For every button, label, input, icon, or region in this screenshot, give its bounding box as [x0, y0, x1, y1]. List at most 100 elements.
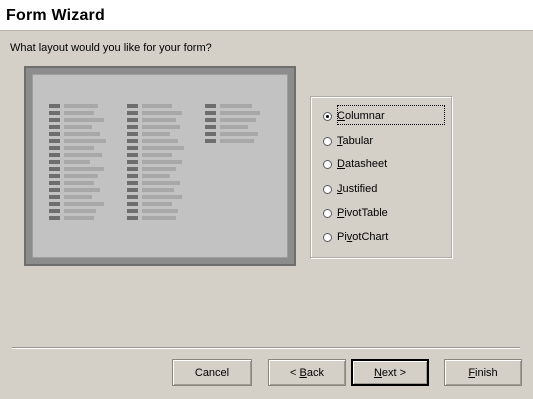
layout-preview-canvas [32, 74, 288, 258]
preview-field-box [142, 111, 182, 115]
preview-field-label [127, 188, 138, 192]
finish-button-label: Finish [468, 366, 498, 379]
cancel-button[interactable]: Cancel [172, 359, 252, 386]
preview-field-label [127, 118, 138, 122]
layout-option-label: Datasheet [337, 158, 388, 170]
preview-field-box [64, 167, 104, 171]
preview-field-label [127, 181, 138, 185]
preview-field-box [142, 216, 176, 220]
preview-field-label [49, 195, 60, 199]
preview-field-label [127, 216, 138, 220]
preview-field-box [142, 188, 174, 192]
preview-field-box [220, 125, 248, 129]
layout-preview [24, 66, 296, 266]
preview-field-label [205, 132, 216, 136]
layout-option-pivottable[interactable]: PivotTable [323, 204, 388, 222]
preview-field-label [49, 125, 60, 129]
layout-prompt: What layout would you like for your form… [10, 42, 212, 54]
preview-field-box [142, 125, 180, 129]
preview-field-box [142, 132, 170, 136]
layout-option-pivotchart[interactable]: PivotChart [323, 228, 388, 246]
layout-option-columnar[interactable]: Columnar [323, 107, 385, 125]
preview-field-label [205, 139, 216, 143]
preview-field-label [127, 160, 138, 164]
button-separator [12, 347, 520, 349]
preview-field-label [127, 146, 138, 150]
preview-field-box [64, 118, 104, 122]
back-button-label: < Back [290, 366, 324, 379]
preview-field-label [49, 167, 60, 171]
preview-field-label [127, 209, 138, 213]
preview-field-box [220, 104, 252, 108]
preview-field-label [205, 111, 216, 115]
preview-field-label [205, 118, 216, 122]
preview-field-box [64, 139, 106, 143]
cancel-button-label: Cancel [194, 366, 230, 379]
radio-button-icon[interactable] [323, 208, 332, 218]
preview-field-box [220, 132, 258, 136]
preview-field-box [64, 153, 102, 157]
preview-field-label [127, 153, 138, 157]
preview-field-box [142, 139, 178, 143]
layout-option-justified[interactable]: Justified [323, 180, 377, 198]
preview-field-label [49, 111, 60, 115]
preview-field-label [49, 181, 60, 185]
preview-field-box [142, 174, 170, 178]
preview-field-label [49, 174, 60, 178]
radio-button-icon[interactable] [323, 111, 332, 121]
preview-field-label [127, 132, 138, 136]
preview-field-label [127, 195, 138, 199]
preview-field-label [127, 125, 138, 129]
next-button-label: Next > [373, 366, 407, 379]
title-bar[interactable]: Form Wizard [0, 0, 533, 31]
preview-field-box [64, 111, 94, 115]
preview-field-box [64, 174, 98, 178]
back-button[interactable]: < Back [268, 359, 346, 386]
radio-button-icon[interactable] [323, 159, 332, 169]
layout-option-label: Tabular [337, 135, 374, 147]
layout-option-label: PivotChart [337, 231, 389, 243]
preview-field-box [142, 146, 184, 150]
preview-field-label [49, 160, 60, 164]
preview-field-box [220, 111, 260, 115]
preview-field-label [127, 111, 138, 115]
preview-field-box [142, 153, 172, 157]
preview-field-box [64, 146, 94, 150]
preview-field-box [64, 195, 92, 199]
layout-option-label: Columnar [337, 110, 385, 122]
preview-field-label [127, 174, 138, 178]
radio-button-icon[interactable] [323, 232, 332, 242]
preview-field-label [49, 216, 60, 220]
radio-button-icon[interactable] [323, 184, 332, 194]
preview-field-label [127, 167, 138, 171]
preview-field-box [64, 216, 94, 220]
preview-field-box [64, 132, 100, 136]
preview-field-box [64, 104, 98, 108]
layout-option-tabular[interactable]: Tabular [323, 132, 373, 150]
preview-field-box [64, 202, 104, 206]
preview-field-box [142, 167, 176, 171]
radio-button-icon[interactable] [323, 136, 332, 146]
preview-field-label [127, 202, 138, 206]
preview-field-box [142, 209, 178, 213]
window-title: Form Wizard [6, 7, 105, 24]
preview-field-label [49, 188, 60, 192]
finish-button[interactable]: Finish [444, 359, 522, 386]
preview-field-box [64, 188, 100, 192]
preview-field-box [220, 139, 254, 143]
preview-field-label [49, 202, 60, 206]
preview-field-box [64, 209, 96, 213]
preview-field-box [142, 118, 176, 122]
preview-field-box [220, 118, 256, 122]
preview-field-label [49, 104, 60, 108]
preview-field-box [64, 125, 92, 129]
layout-option-label: Justified [337, 183, 378, 195]
next-button[interactable]: Next > [351, 359, 429, 386]
preview-field-label [49, 139, 60, 143]
preview-field-box [142, 104, 172, 108]
preview-field-box [142, 195, 182, 199]
preview-field-box [142, 202, 172, 206]
preview-field-label [49, 153, 60, 157]
preview-field-label [49, 118, 60, 122]
layout-option-datasheet[interactable]: Datasheet [323, 155, 387, 173]
